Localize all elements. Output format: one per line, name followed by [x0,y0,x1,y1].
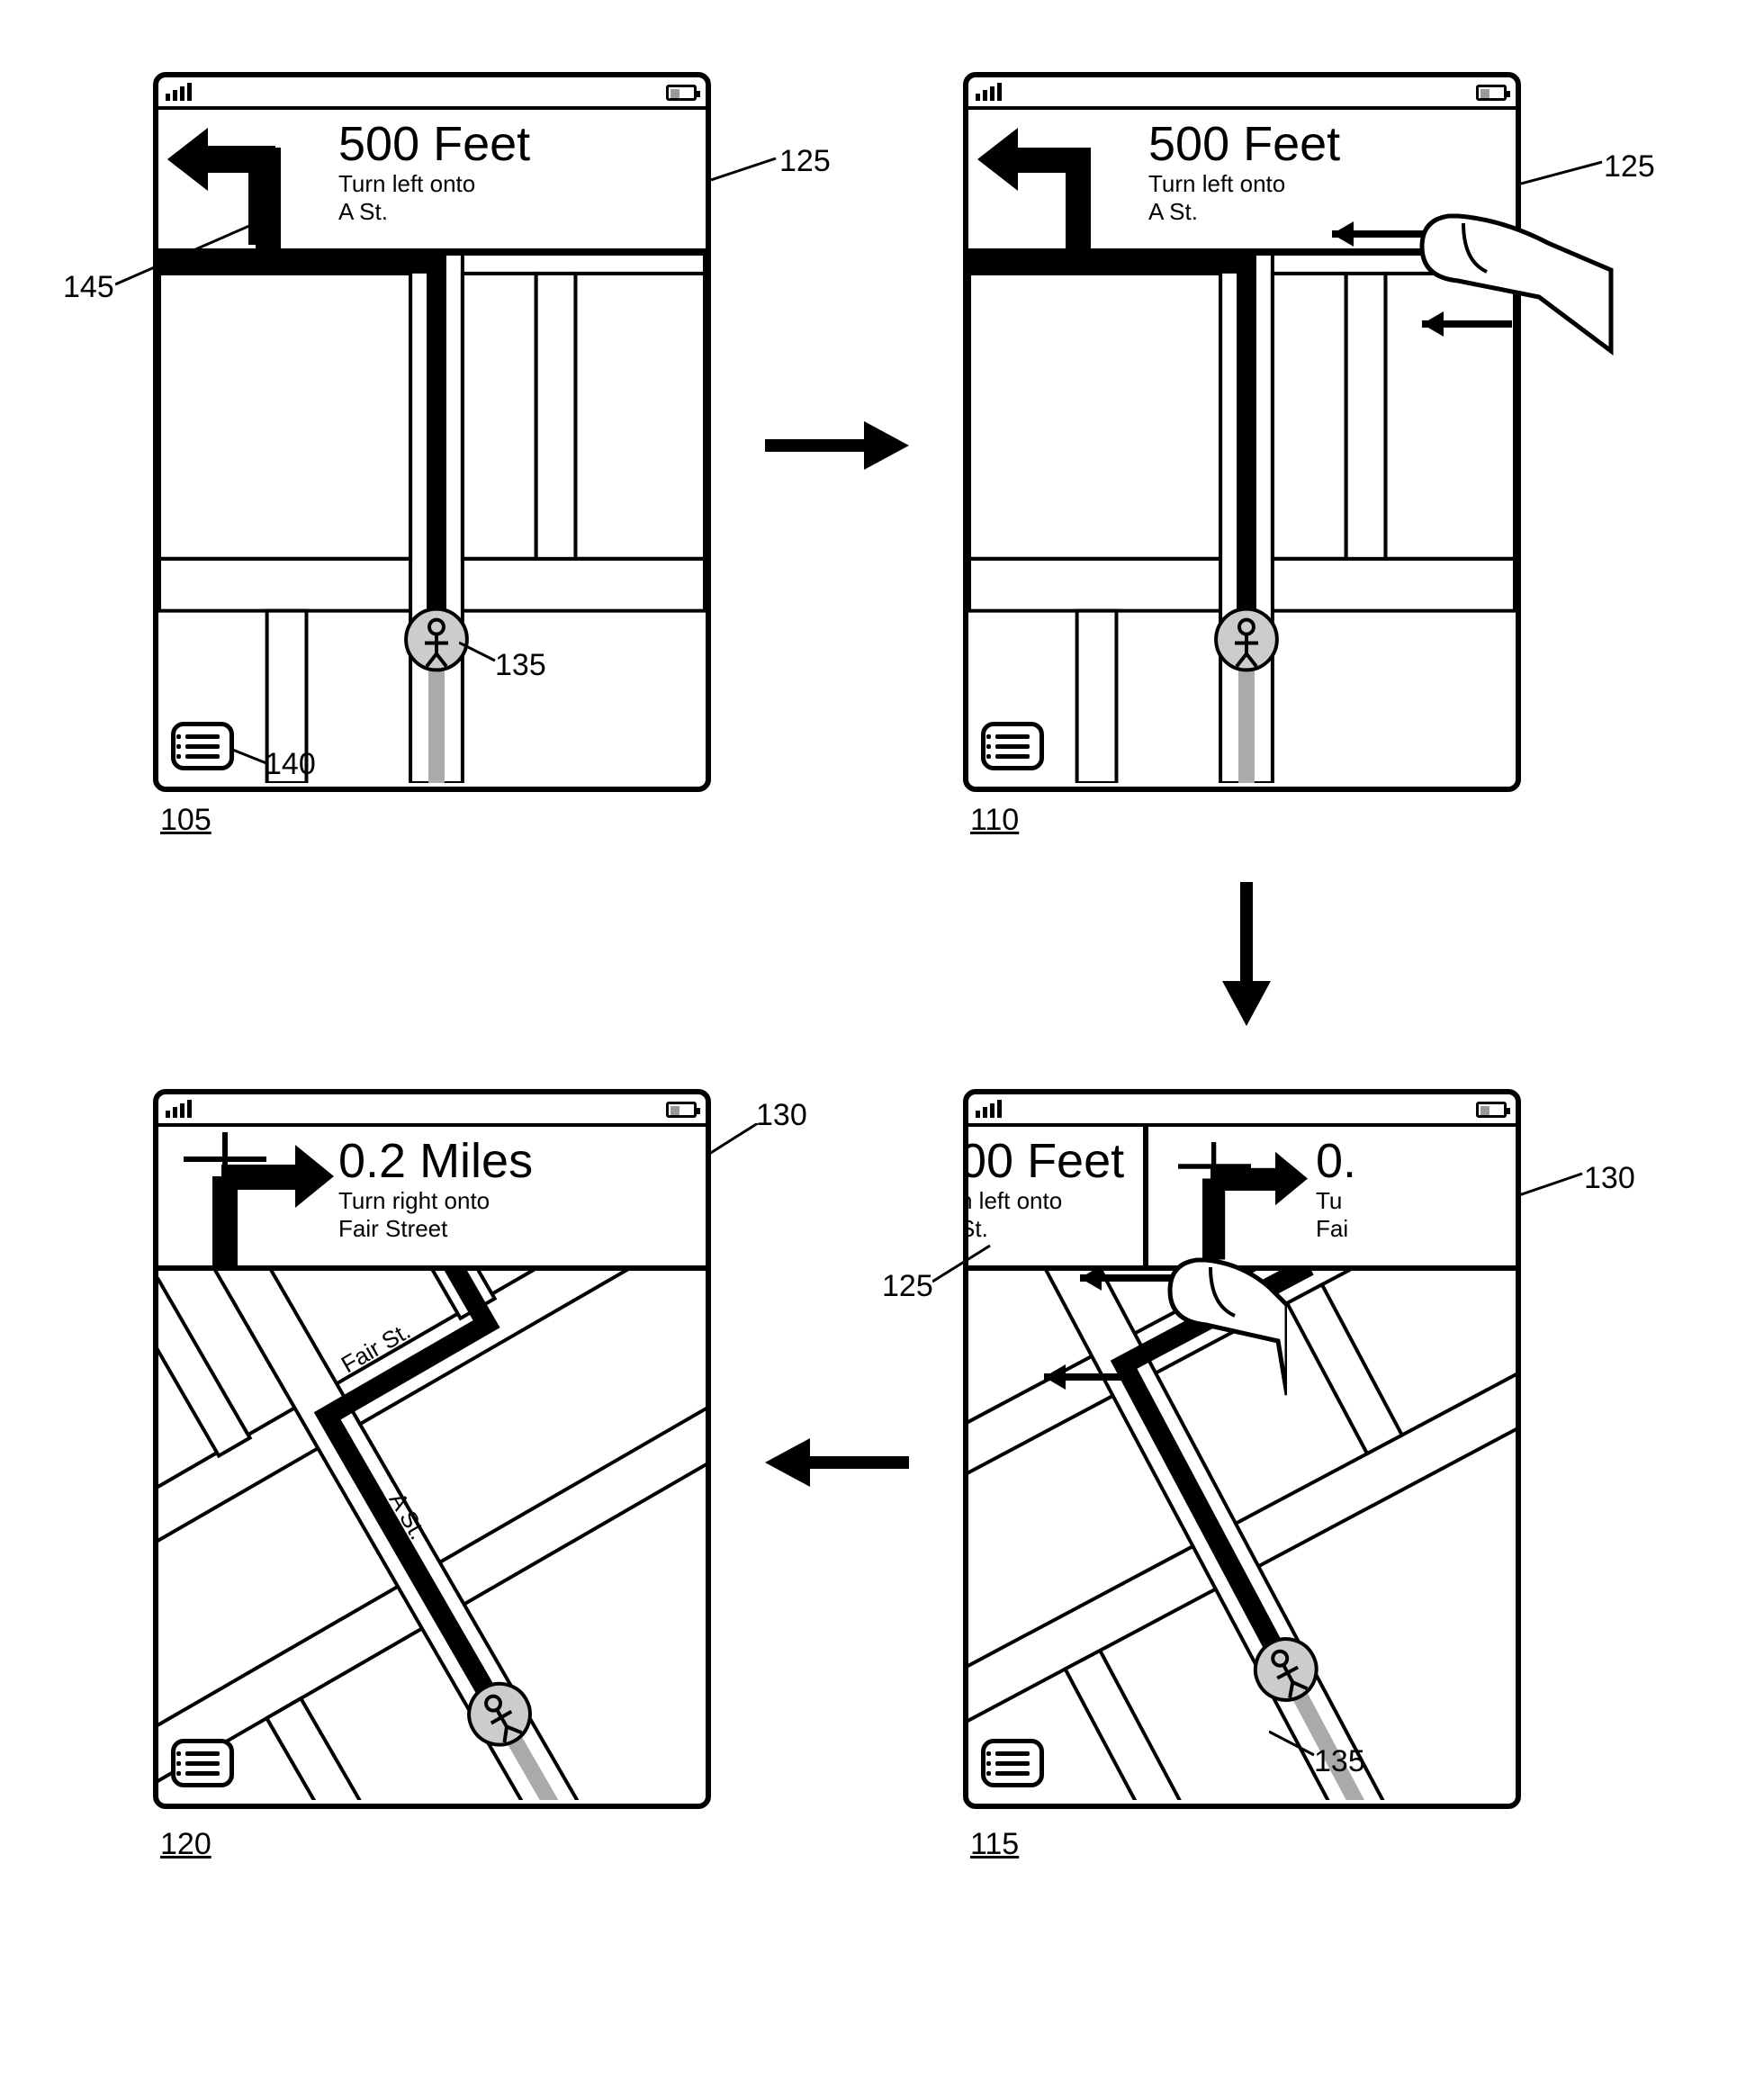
list-button[interactable] [981,1739,1044,1787]
stage-label-115: 115 [970,1827,1019,1862]
status-bar [968,77,1516,110]
stage-label-120: 120 [160,1827,212,1862]
leader-line [459,639,504,675]
callout-140: 140 [265,747,316,782]
instruction-line2: A St. [338,198,530,226]
instruction-frag-left1: n left onto [968,1187,1124,1215]
stage-label-105: 105 [160,803,212,838]
swipe-gesture-icon [981,1251,1287,1431]
navigation-banner-split[interactable]: 00 Feet n left onto St. [968,1127,1516,1271]
leader-line [932,1242,995,1287]
leader-line [230,747,272,774]
map-view[interactable] [158,254,706,783]
distance-frag-right: 0. [1316,1136,1356,1187]
turn-right-arrow-icon [1154,1127,1316,1265]
signal-icon [976,83,1002,101]
instruction-line1: Turn left onto [1148,170,1340,198]
phone-stage-110: 500 Feet Turn left onto A St. [963,72,1521,792]
phone-stage-120: 0.2 Miles Turn right onto Fair Street [153,1089,711,1809]
navigation-banner[interactable]: 0.2 Miles Turn right onto Fair Street [158,1127,706,1271]
figure-canvas: 500 Feet Turn left onto A St. [36,36,1728,2061]
signal-icon [976,1100,1002,1118]
leader-line [709,1123,767,1159]
callout-125: 125 [1604,149,1655,184]
phone-stage-105: 500 Feet Turn left onto A St. [153,72,711,792]
distance-text: 500 Feet [1148,119,1340,170]
flow-arrow-icon [1215,873,1278,1035]
battery-icon [1476,1102,1507,1118]
callout-125: 125 [779,144,831,179]
distance-text: 500 Feet [338,119,530,170]
status-bar [158,77,706,110]
signal-icon [166,1100,192,1118]
leader-line [711,153,783,189]
distance-frag-left: 00 Feet [968,1136,1124,1187]
callout-130: 130 [1584,1161,1635,1196]
battery-icon [1476,85,1507,101]
leader-line [115,216,268,288]
battery-icon [666,85,697,101]
turn-left-arrow-icon [968,110,1148,248]
leader-line [1519,1168,1589,1204]
phone-stage-115: 00 Feet n left onto St. [963,1089,1521,1809]
list-button[interactable] [171,1739,234,1787]
list-button[interactable] [171,722,234,770]
flow-arrow-icon [756,1431,918,1494]
turn-right-arrow-icon [158,1127,338,1265]
leader-line [1521,157,1606,193]
battery-icon [666,1102,697,1118]
callout-135: 135 [1314,1744,1365,1779]
instruction-line2: Fair Street [338,1215,533,1243]
leader-line [1269,1728,1321,1764]
instruction-frag-left2: St. [968,1215,1124,1243]
map-view[interactable]: Fair St. A St. [158,1271,706,1800]
instruction-line1: Turn right onto [338,1187,533,1215]
swipe-gesture-icon [1278,207,1620,387]
distance-text: 0.2 Miles [338,1136,533,1187]
callout-125: 125 [882,1269,933,1304]
callout-145: 145 [63,270,114,305]
status-bar [968,1094,1516,1127]
instruction-frag-right2: Fai [1316,1215,1356,1243]
status-bar [158,1094,706,1127]
instruction-line1: Turn left onto [338,170,530,198]
list-button[interactable] [981,722,1044,770]
signal-icon [166,83,192,101]
stage-label-110: 110 [970,803,1019,838]
flow-arrow-icon [756,414,918,477]
instruction-frag-right1: Tu [1316,1187,1356,1215]
